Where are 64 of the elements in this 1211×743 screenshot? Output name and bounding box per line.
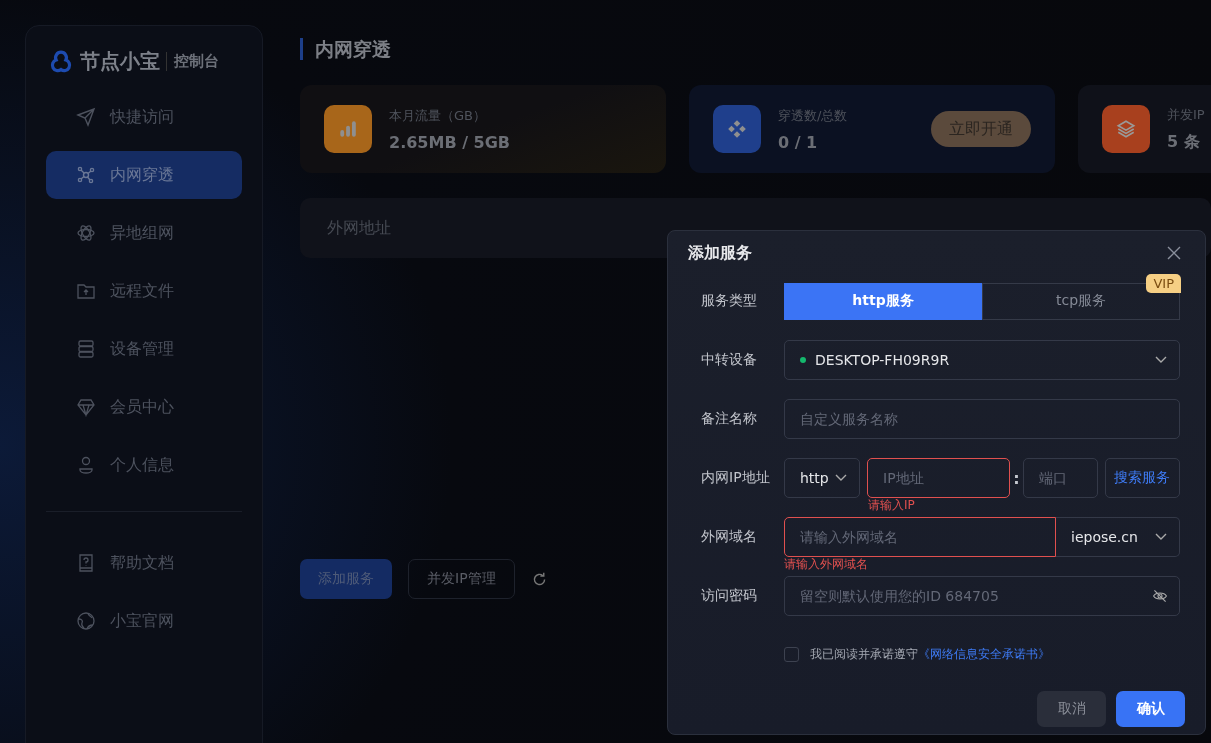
error-message: 请输入IP (868, 498, 915, 512)
ip-address-input[interactable]: IP地址 (867, 458, 1010, 498)
agreement-text: 我已阅读并承诺遵守 (810, 646, 918, 663)
domain-input[interactable]: 请输入外网域名 (784, 517, 1056, 557)
agreement-checkbox[interactable] (784, 647, 799, 662)
atom-icon (76, 223, 96, 243)
colon-separator: : (1012, 468, 1021, 488)
stat-value: 2.65MB / 5GB (389, 132, 512, 152)
sidebar-item[interactable]: 个人信息 (46, 441, 242, 489)
paper-plane-icon (76, 107, 96, 127)
search-service-button[interactable]: 搜索服务 (1104, 458, 1180, 498)
diamond-icon (76, 397, 96, 417)
bar-chart-icon (337, 118, 359, 140)
sidebar-item[interactable]: 帮助文档 (46, 539, 242, 587)
action-button[interactable]: 添加服务 (300, 559, 392, 599)
chevron-down-icon (1155, 356, 1167, 364)
field-label: 外网域名 (701, 528, 758, 546)
sidebar-item[interactable]: 小宝官网 (46, 597, 242, 645)
sidebar-item[interactable]: 异地组网 (46, 209, 242, 257)
protocol-select[interactable]: http (784, 458, 860, 498)
confirm-button[interactable]: 确认 (1116, 691, 1185, 727)
chevron-down-icon (1155, 533, 1167, 541)
dialog-title: 添加服务 (688, 242, 752, 264)
close-icon[interactable] (1167, 246, 1181, 260)
folder-upload-icon (76, 281, 96, 301)
password-input[interactable]: 留空则默认使用您的ID 684705 (784, 576, 1180, 616)
domain-suffix-select[interactable]: iepose.cn (1056, 517, 1180, 557)
network-nodes-icon (76, 165, 96, 185)
stat-value: 5 条 (1167, 131, 1201, 153)
agreement-link[interactable]: 《网络信息安全承诺书》 (918, 646, 1050, 663)
field-label: 服务类型 (701, 292, 758, 310)
sidebar-item[interactable]: 远程文件 (46, 267, 242, 315)
sidebar-item[interactable]: 内网穿透 (46, 151, 242, 199)
logo-icon (48, 48, 74, 75)
logo-text: 节点小宝 (80, 48, 160, 75)
help-book-icon (76, 553, 96, 573)
field-label: 中转设备 (701, 351, 758, 369)
error-message: 请输入外网域名 (784, 557, 868, 571)
person-icon (76, 455, 96, 475)
field-label: 内网IP地址 (701, 469, 771, 487)
globe-icon (76, 611, 96, 631)
sidebar-item[interactable]: 会员中心 (46, 383, 242, 431)
action-button[interactable]: 并发IP管理 (408, 559, 515, 599)
cancel-button[interactable]: 取消 (1037, 691, 1106, 727)
relay-device-select[interactable]: DESKTOP-FH09R9R (784, 340, 1180, 380)
layers-icon (1115, 118, 1137, 140)
port-input[interactable]: 端口 (1022, 458, 1098, 498)
chevron-down-icon (835, 474, 847, 482)
page-title: 内网穿透 (300, 38, 1211, 60)
diamonds-icon (726, 118, 748, 140)
field-label: 备注名称 (701, 410, 758, 428)
stat-label: 本月流量（GB） (389, 106, 487, 125)
vip-badge: VIP (1146, 273, 1181, 293)
sidebar-item[interactable]: 快捷访问 (46, 93, 242, 141)
stat-value: 0 / 1 (778, 132, 819, 152)
stat-label: 穿透数/总数 (778, 106, 849, 125)
sidebar-item[interactable]: 设备管理 (46, 325, 242, 373)
stat-label: 并发IP (1167, 105, 1206, 124)
service-name-input[interactable]: 自定义服务名称 (784, 399, 1180, 439)
eye-off-icon[interactable] (1152, 588, 1168, 604)
service-type-tab[interactable]: http服务 (784, 282, 982, 320)
logo-subtitle: 控制台 (166, 52, 219, 71)
server-icon (76, 339, 96, 359)
field-label: 访问密码 (701, 587, 758, 605)
